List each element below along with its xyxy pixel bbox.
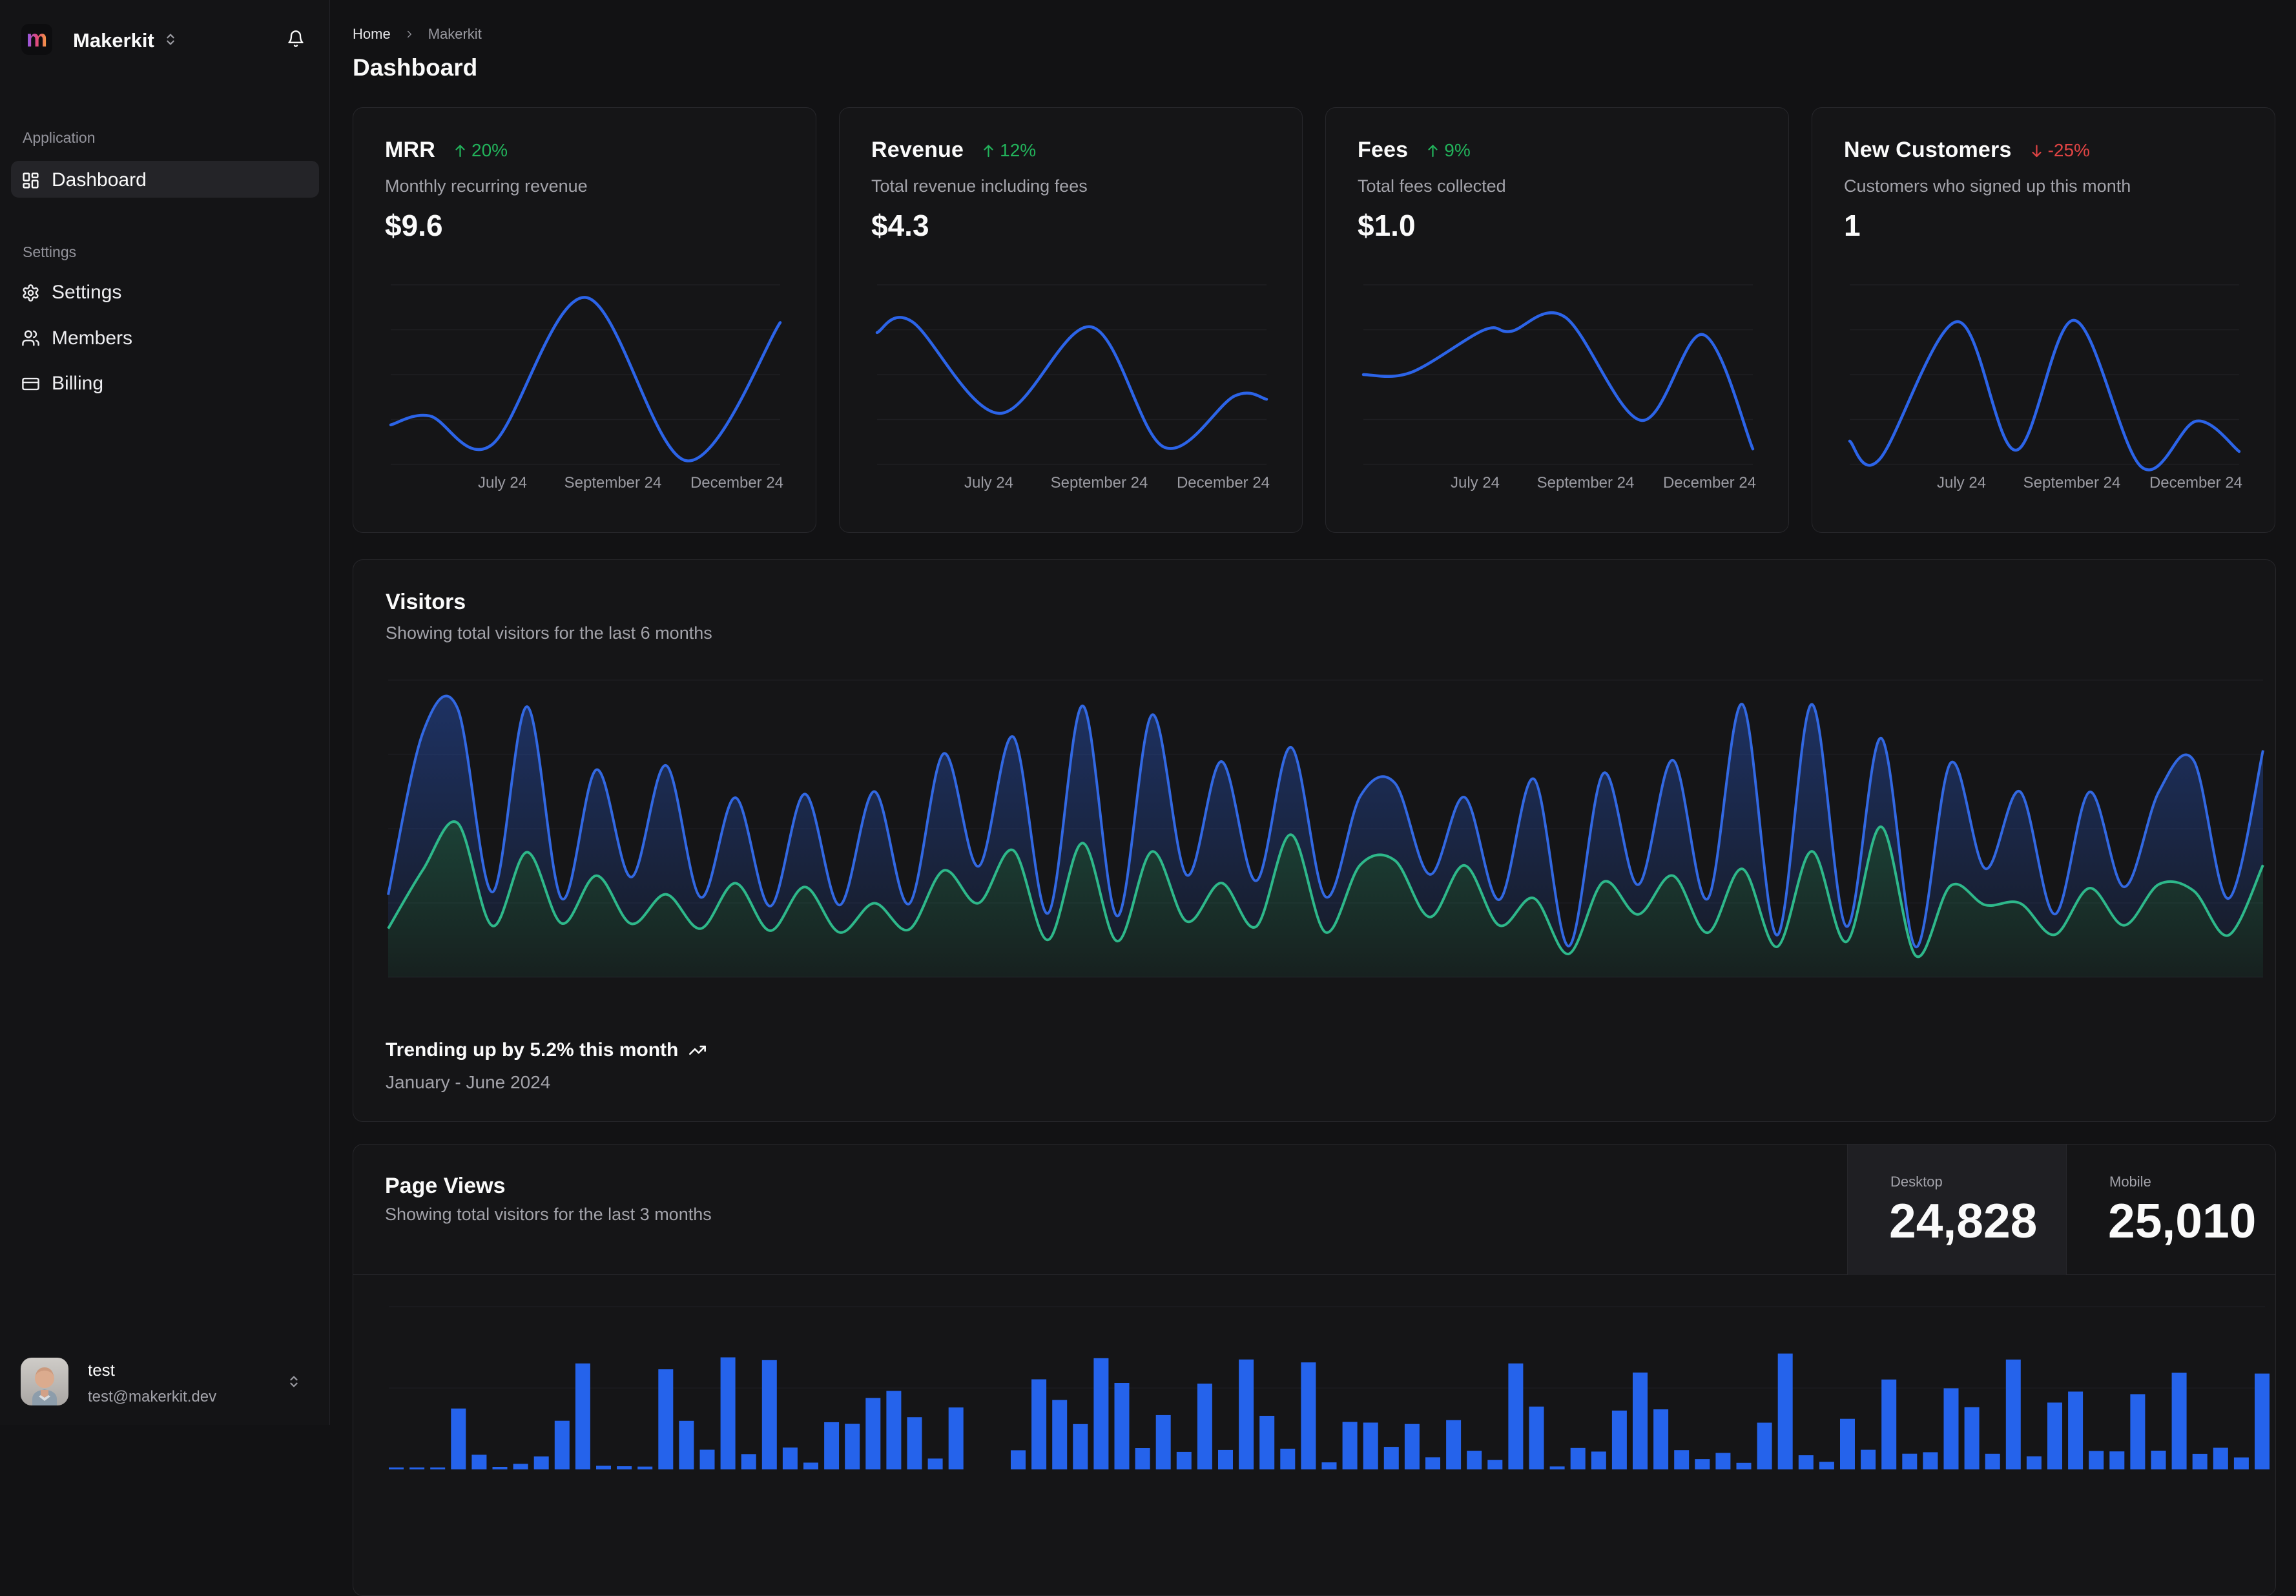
svg-text:m: m [26, 25, 48, 52]
